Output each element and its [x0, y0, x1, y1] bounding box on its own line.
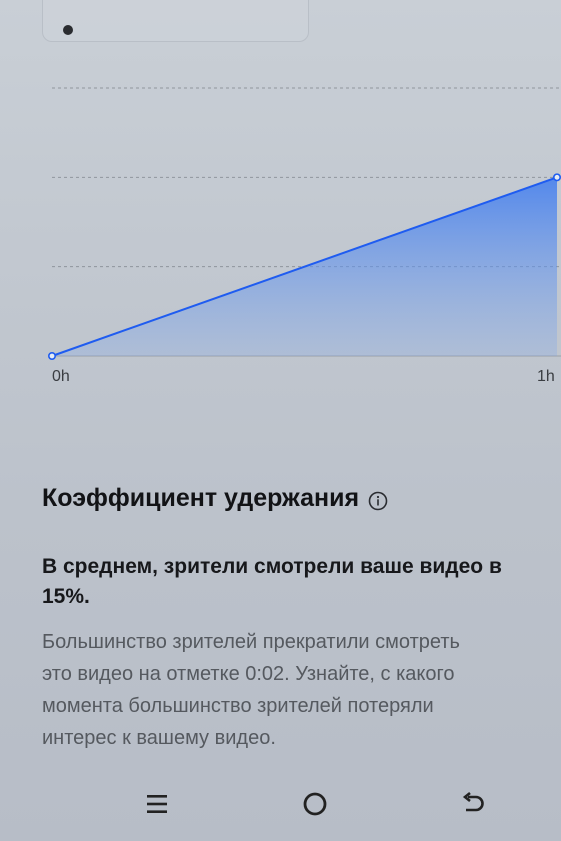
desc-line-4: интерес к вашему видео.	[42, 727, 276, 749]
retention-summary: В среднем, зрители смотрели ваше видео в…	[42, 552, 561, 612]
menu-button[interactable]	[137, 788, 177, 824]
views-chart: 0h 1h	[0, 70, 561, 400]
desc-line-3: момента большинство зрителей потеряли	[42, 695, 434, 717]
retention-section-title: Коэффициент удержания	[42, 484, 561, 513]
desc-line-1: Большинство зрителей прекратили смотреть	[42, 631, 460, 653]
summary-line-2: 15%.	[42, 585, 90, 608]
home-icon	[301, 790, 329, 823]
data-point[interactable]	[552, 173, 561, 182]
info-icon[interactable]	[368, 489, 388, 510]
retention-description: Большинство зрителей прекратили смотреть…	[42, 626, 561, 754]
system-nav-bar	[0, 780, 561, 832]
home-button[interactable]	[295, 788, 335, 824]
x-tick-label: 0h	[52, 368, 70, 385]
summary-line-1: В среднем, зрители смотрели ваше видео в	[42, 555, 502, 578]
data-point[interactable]	[47, 351, 56, 360]
back-icon	[459, 790, 487, 823]
menu-icon	[144, 791, 170, 822]
card-partial-glyph	[63, 25, 73, 35]
back-button[interactable]	[453, 788, 493, 824]
chart-svg	[47, 87, 561, 360]
x-tick-label: 1h	[537, 368, 555, 385]
desc-line-2: это видео на отметке 0:02. Узнайте, с ка…	[42, 663, 455, 685]
summary-card	[42, 0, 309, 42]
retention-title-text: Коэффициент удержания	[42, 484, 360, 512]
